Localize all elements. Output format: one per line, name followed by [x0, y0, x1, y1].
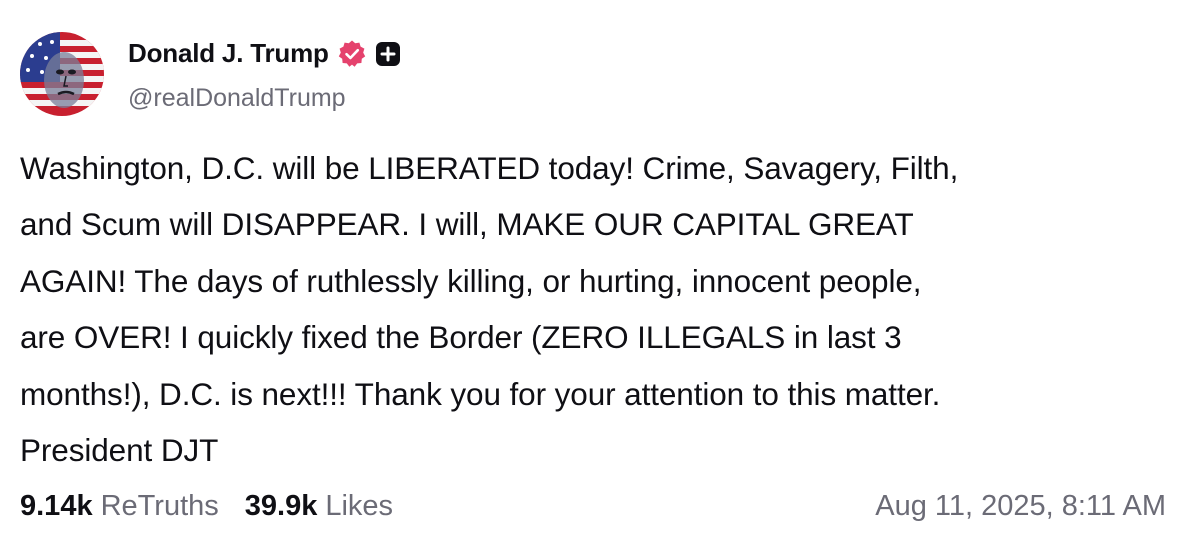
avatar-image [20, 32, 104, 116]
retruths-label: ReTruths [100, 490, 219, 522]
post-text-line: AGAIN! The days of ruthlessly killing, o… [20, 262, 922, 299]
post-text-line: President DJT [20, 432, 219, 469]
post-text-line: months!), D.C. is next!!! Thank you for … [20, 375, 941, 412]
likes-label: Likes [325, 490, 394, 522]
avatar[interactable] [20, 32, 104, 116]
retruths-count: 9.14k [20, 490, 93, 522]
likes-count: 39.9k [244, 490, 318, 522]
likes-stat[interactable]: 39.9k Likes [245, 490, 393, 523]
author-row: Donald J. Trump [128, 38, 401, 69]
post-body: Washington, D.C. will be LIBERATED today… [20, 140, 1170, 478]
post-timestamp[interactable]: Aug 11, 2025, 8:11 AM [875, 490, 1166, 523]
author-display-name[interactable]: Donald J. Trump [128, 38, 329, 69]
retruths-stat[interactable]: 9.14k ReTruths [20, 490, 219, 523]
post-stats: 9.14k ReTruths 39.9k Likes [20, 490, 419, 523]
post-card: Donald J. Trump @realDonaldTrump Washing… [0, 0, 1184, 546]
post-footer: 9.14k ReTruths 39.9k Likes Aug 11, 2025,… [20, 490, 1166, 523]
post-text-line: Washington, D.C. will be LIBERATED today… [20, 150, 959, 186]
verified-icon [337, 39, 367, 69]
post-text-line: and Scum will DISAPPEAR. I will, MAKE OU… [20, 206, 914, 243]
post-text-line: are OVER! I quickly fixed the Border (ZE… [20, 319, 902, 356]
author-handle[interactable]: @realDonaldTrump [128, 84, 346, 113]
plus-icon [375, 41, 401, 67]
